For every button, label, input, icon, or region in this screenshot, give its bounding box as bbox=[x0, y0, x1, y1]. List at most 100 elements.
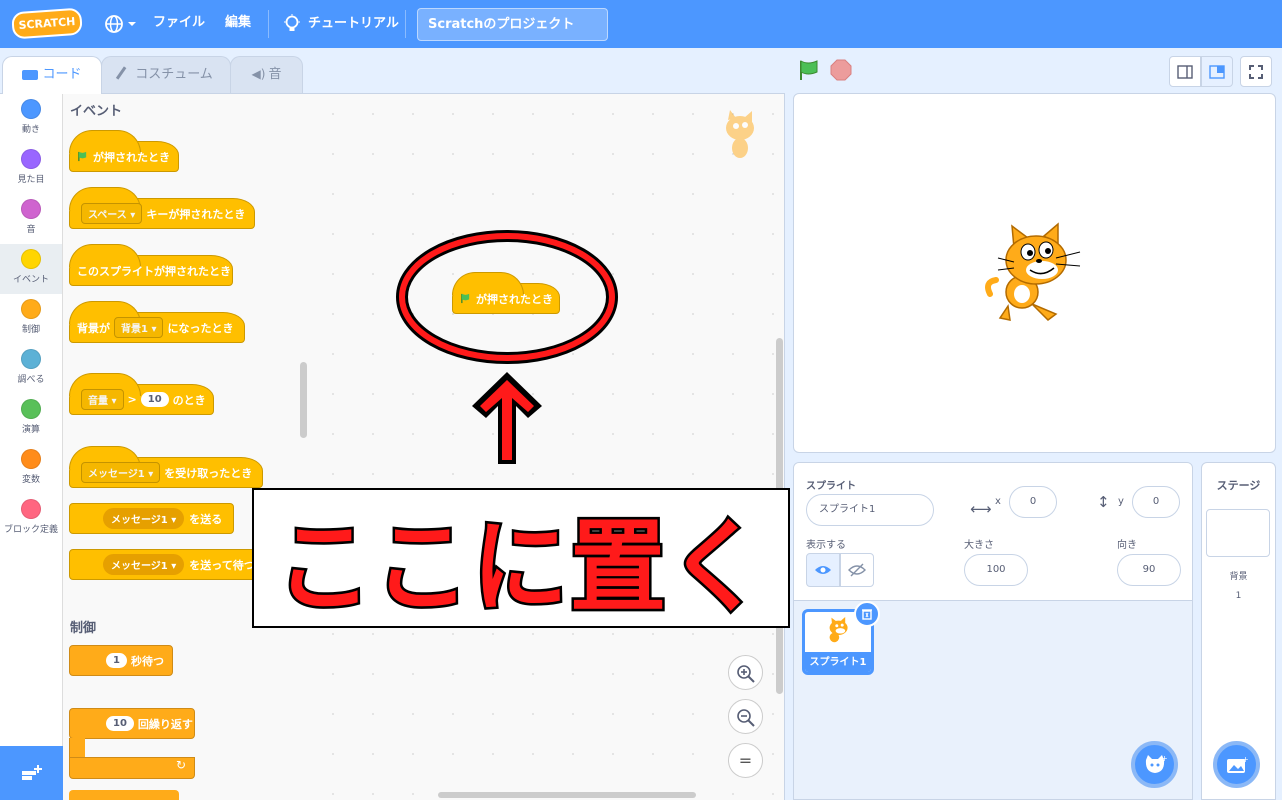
vertical-arrow-icon: ↕ bbox=[1097, 493, 1110, 511]
zoom-out-icon bbox=[736, 708, 755, 727]
partial-block bbox=[69, 790, 179, 800]
repeat-block[interactable]: 10 回繰り返す bbox=[69, 708, 195, 739]
delete-sprite-button[interactable] bbox=[854, 601, 880, 627]
category-1[interactable]: 動き bbox=[0, 94, 62, 144]
category-3[interactable]: 音 bbox=[0, 194, 62, 244]
eye-slash-icon bbox=[848, 563, 866, 577]
direction-input[interactable]: 90 bbox=[1117, 554, 1181, 586]
stage-title: ステージ bbox=[1216, 479, 1261, 492]
category-color-icon bbox=[21, 399, 41, 419]
loudness-value-input[interactable]: 10 bbox=[140, 392, 169, 407]
broadcast-and-wait-block[interactable]: メッセージ1 ▾ を送って待つ bbox=[69, 549, 269, 580]
zoom-out-button[interactable] bbox=[728, 699, 763, 734]
message-dropdown[interactable]: メッセージ1 ▾ bbox=[81, 462, 161, 483]
brush-icon bbox=[116, 65, 133, 84]
file-menu[interactable]: ファイル bbox=[153, 0, 205, 48]
category-9[interactable]: ブロック定義 bbox=[0, 494, 62, 544]
wait-block[interactable]: 1 秒待つ bbox=[69, 645, 173, 676]
language-menu[interactable] bbox=[104, 12, 138, 36]
key-dropdown[interactable]: スペース ▾ bbox=[81, 203, 143, 224]
tab-costumes-label: コスチューム bbox=[135, 67, 213, 82]
category-color-icon bbox=[21, 299, 41, 319]
cat-add-icon: + bbox=[1145, 754, 1167, 773]
speaker-icon: ◀) bbox=[251, 67, 266, 81]
sprite-watermark-icon bbox=[726, 110, 754, 158]
repeat-block-footer: ↻ bbox=[69, 757, 195, 779]
hide-sprite-button[interactable] bbox=[840, 553, 874, 587]
block-label: が押されたとき bbox=[93, 150, 170, 164]
cat-sprite-icon bbox=[985, 222, 1081, 321]
zoom-in-icon bbox=[736, 664, 755, 683]
category-label: 制御 bbox=[21, 325, 40, 335]
stop-button[interactable] bbox=[830, 59, 852, 84]
scratch-logo[interactable]: SCRATCH bbox=[11, 7, 83, 40]
zoom-reset-button[interactable]: = bbox=[728, 743, 763, 778]
tutorials-button[interactable]: チュートリアル bbox=[283, 0, 399, 48]
small-stage-button[interactable] bbox=[1169, 56, 1201, 87]
block-label: キーが押されたとき bbox=[146, 207, 246, 221]
normal-stage-button[interactable] bbox=[1201, 56, 1233, 87]
broadcast-message-dropdown[interactable]: メッセージ1 ▾ bbox=[103, 508, 185, 529]
category-7[interactable]: 演算 bbox=[0, 394, 62, 444]
choose-sprite-button[interactable]: + bbox=[1131, 741, 1178, 788]
x-label: x bbox=[995, 496, 1001, 507]
palette-scrollbar[interactable] bbox=[300, 362, 307, 438]
broadcast-block[interactable]: メッセージ1 ▾ を送る bbox=[69, 503, 234, 534]
when-loudness-block[interactable]: 音量 ▾ > 10 のとき bbox=[69, 373, 214, 415]
cat-thumbnail-icon bbox=[829, 617, 848, 643]
category-5[interactable]: 制御 bbox=[0, 294, 62, 344]
broadcast-wait-message-dropdown[interactable]: メッセージ1 ▾ bbox=[103, 554, 185, 575]
backdrops-label: 背景 bbox=[1229, 572, 1248, 582]
loop-arrow-icon: ↻ bbox=[175, 758, 186, 772]
y-position-input[interactable]: 0 bbox=[1132, 486, 1180, 518]
when-sprite-clicked-block[interactable]: このスプライトが押されたとき bbox=[69, 244, 233, 286]
when-flag-clicked-block[interactable]: が押されたとき bbox=[69, 130, 179, 172]
block-label: 背景が bbox=[77, 321, 110, 335]
when-backdrop-switches-block[interactable]: 背景が 背景1 ▾ になったとき bbox=[69, 301, 245, 343]
globe-icon bbox=[105, 15, 123, 33]
x-position-input[interactable]: 0 bbox=[1009, 486, 1057, 518]
category-label: イベント bbox=[12, 275, 49, 285]
chevron-down-icon bbox=[128, 22, 136, 26]
edit-menu[interactable]: 編集 bbox=[225, 0, 251, 48]
green-flag-button[interactable] bbox=[798, 59, 820, 84]
category-8[interactable]: 変数 bbox=[0, 444, 62, 494]
when-message-received-block[interactable]: メッセージ1 ▾ を受け取ったとき bbox=[69, 446, 263, 488]
wait-seconds-input[interactable]: 1 bbox=[106, 653, 127, 668]
size-label: 大きさ bbox=[964, 540, 994, 551]
script-workspace[interactable] bbox=[313, 93, 785, 800]
tab-costumes[interactable]: コスチューム bbox=[101, 56, 231, 93]
block-label: のとき bbox=[172, 393, 206, 407]
sprite-label: スプライト bbox=[806, 481, 856, 492]
green-flag-icon bbox=[800, 60, 818, 80]
category-4[interactable]: イベント bbox=[0, 244, 62, 294]
size-input[interactable]: 100 bbox=[964, 554, 1028, 586]
repeat-count-input[interactable]: 10 bbox=[106, 716, 134, 731]
add-extension-button[interactable] bbox=[0, 746, 63, 800]
backdrop-dropdown[interactable]: 背景1 ▾ bbox=[114, 317, 164, 338]
category-label: ブロック定義 bbox=[3, 525, 58, 535]
category-menu: 動き見た目音イベント制御調べる 演算 変数ブロック定義 bbox=[0, 93, 63, 746]
callout-text: ここに置く bbox=[274, 506, 767, 629]
category-2[interactable]: 見た目 bbox=[0, 144, 62, 194]
stage-thumbnail[interactable] bbox=[1206, 509, 1270, 557]
category-label: 音 bbox=[26, 225, 36, 235]
category-6[interactable]: 調べる bbox=[0, 344, 62, 394]
tutorials-label: チュートリアル bbox=[308, 16, 399, 31]
zoom-in-button[interactable] bbox=[728, 655, 763, 690]
loudness-dropdown[interactable]: 音量 ▾ bbox=[81, 389, 124, 410]
project-title-input[interactable]: Scratchのプロジェクト bbox=[417, 8, 608, 41]
block-label: を送って待つ bbox=[189, 558, 255, 572]
fullscreen-button[interactable] bbox=[1240, 56, 1272, 87]
when-key-pressed-block[interactable]: スペース ▾ キーが押されたとき bbox=[69, 187, 255, 229]
category-label: 見た目 bbox=[17, 175, 45, 185]
workspace-horizontal-scrollbar[interactable] bbox=[438, 792, 696, 798]
show-label: 表示する bbox=[806, 540, 846, 551]
category-color-icon bbox=[21, 149, 41, 169]
tab-sounds[interactable]: ◀) 音 bbox=[230, 56, 303, 93]
show-sprite-button[interactable] bbox=[806, 553, 840, 587]
choose-backdrop-button[interactable]: + bbox=[1213, 741, 1260, 788]
tab-code[interactable]: コード bbox=[2, 56, 102, 94]
y-label: y bbox=[1118, 496, 1124, 507]
sprite-name-input[interactable]: スプライト1 bbox=[806, 494, 934, 526]
